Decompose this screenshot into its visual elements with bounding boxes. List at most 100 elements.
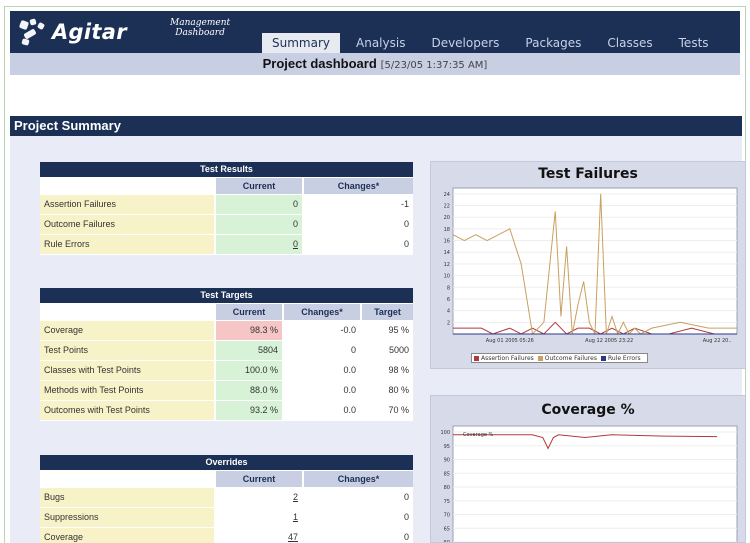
y-tick-label: 22 [444,204,450,210]
plot-area [452,425,738,542]
page-title: Project dashboard [262,56,377,71]
test-results-table: Test Results Current Changes* Assertion … [40,162,413,255]
tab-developers[interactable]: Developers [421,33,510,53]
row-label: Assertion Failures [40,194,215,215]
tab-packages[interactable]: Packages [515,33,592,53]
y-tick-label: 6 [447,297,450,303]
row-label: Coverage [40,320,215,341]
main-tabs: Summary Analysis Developers Packages Cla… [262,33,725,53]
test-failures-plot: 24681012141618202224Aug 01 2005 05:26 Aug… [444,187,738,344]
target-value: 98 % [360,360,413,381]
legend-swatch [600,355,606,361]
y-tick-label: 12 [444,262,450,268]
change-value: 0.0 [282,360,361,381]
y-tick-label: 95 [444,444,450,450]
column-header: Current [214,177,303,195]
change-value: 0 [302,507,413,528]
overrides-table: Overrides Current Changes* Bugs 2 0 Supp… [40,455,413,543]
tab-classes[interactable]: Classes [597,33,663,53]
agitar-logo-icon [18,17,48,47]
table-row: Methods with Test Points 88.0 % 0.0 80 % [40,380,413,401]
y-tick-label: 4 [447,309,450,315]
row-label: Test Points [40,340,215,361]
change-value: 0 [282,340,361,361]
overrides-caption: Overrides [40,455,413,471]
agitar-logo[interactable]: Agitar [18,15,127,49]
legend-swatch [474,355,479,361]
y-tick-label: 2 [447,320,450,326]
coverage-plot: 100 95 90 85 80 75 70 65 60 Coverage % [440,425,738,542]
current-value: 88.0 % [214,380,283,401]
y-tick-label: 14 [444,250,450,256]
change-value: 0.0 [282,400,361,421]
test-results-caption: Test Results [40,162,413,178]
y-tick-label: 8 [447,285,450,291]
chart-legend: Assertion Failures Outcome Failures Rule… [471,353,648,363]
current-value: 0 [214,214,303,235]
row-label: Rule Errors [40,234,215,255]
coverage-chart: Coverage % 100 95 90 85 80 75 70 65 60 Coverage % [430,395,746,543]
current-value: 100.0 % [214,360,283,381]
y-tick-label: 24 [444,192,450,198]
y-tick-label: 80 [444,485,450,491]
change-value: -0.0 [282,320,361,341]
target-value: 80 % [360,380,413,401]
current-value: 5804 [214,340,283,361]
row-label: Classes with Test Points [40,360,215,381]
current-value: 98.3 % [214,320,283,341]
change-value: -1 [302,194,413,215]
table-row: Suppressions 1 0 [40,507,413,528]
change-value: 0 [302,487,413,508]
x-tick-label: Aug 22 20.. [703,338,732,344]
target-value: 5000 [360,340,413,361]
y-tick-label: 60 [444,540,450,542]
y-tick-label: 90 [444,458,450,464]
current-value-link[interactable]: 0 [293,239,298,249]
table-row: Coverage 47 0 [40,527,413,543]
column-header: Target [360,303,413,321]
legend-swatch [537,355,543,361]
current-value-link[interactable]: 1 [293,512,298,522]
test-targets-table: Test Targets Current Changes* Target Cov… [40,288,413,421]
app-header: Agitar Management Dashboard Summary Anal… [10,11,740,53]
current-value: 0 [214,194,303,215]
table-row: Outcomes with Test Points 93.2 % 0.0 70 … [40,400,413,421]
tab-tests[interactable]: Tests [668,33,719,53]
row-label: Bugs [40,487,215,508]
legend-label: Coverage % [463,432,494,438]
table-row: Coverage 98.3 % -0.0 95 % [40,320,413,341]
table-row: Assertion Failures 0 -1 [40,194,413,215]
row-label: Outcome Failures [40,214,215,235]
column-header: Current [214,303,283,321]
y-tick-label: 10 [444,274,450,280]
section-title: Project Summary [10,116,742,136]
column-header: Current [214,470,303,488]
legend-label: Outcome Failures [544,354,597,362]
y-tick-label: 100 [440,430,450,436]
test-targets-caption: Test Targets [40,288,413,304]
table-row: Outcome Failures 0 0 [40,214,413,235]
table-row: Classes with Test Points 100.0 % 0.0 98 … [40,360,413,381]
table-row: Rule Errors 0 0 [40,234,413,255]
row-label: Suppressions [40,507,215,528]
product-name: Management Dashboard [170,18,231,38]
y-tick-label: 75 [444,499,450,505]
column-header: Changes* [302,177,413,195]
x-tick-label: Aug 01 2005 05:26 [486,338,534,344]
current-value: 93.2 % [214,400,283,421]
current-value-link[interactable]: 2 [293,492,298,502]
change-value: 0 [302,234,413,255]
y-tick-label: 18 [444,227,450,233]
row-label: Outcomes with Test Points [40,400,215,421]
column-header: Changes* [282,303,361,321]
y-tick-label: 20 [444,215,450,221]
legend-label: Rule Errors [607,354,641,362]
tab-analysis[interactable]: Analysis [346,33,416,53]
table-row: Test Points 5804 0 5000 [40,340,413,361]
page-timestamp: [5/23/05 1:37:35 AM] [380,60,488,71]
row-label: Coverage [40,527,215,543]
tab-summary[interactable]: Summary [262,33,340,53]
y-tick-label: 65 [444,526,450,532]
current-value-link[interactable]: 47 [288,532,298,542]
row-label: Methods with Test Points [40,380,215,401]
